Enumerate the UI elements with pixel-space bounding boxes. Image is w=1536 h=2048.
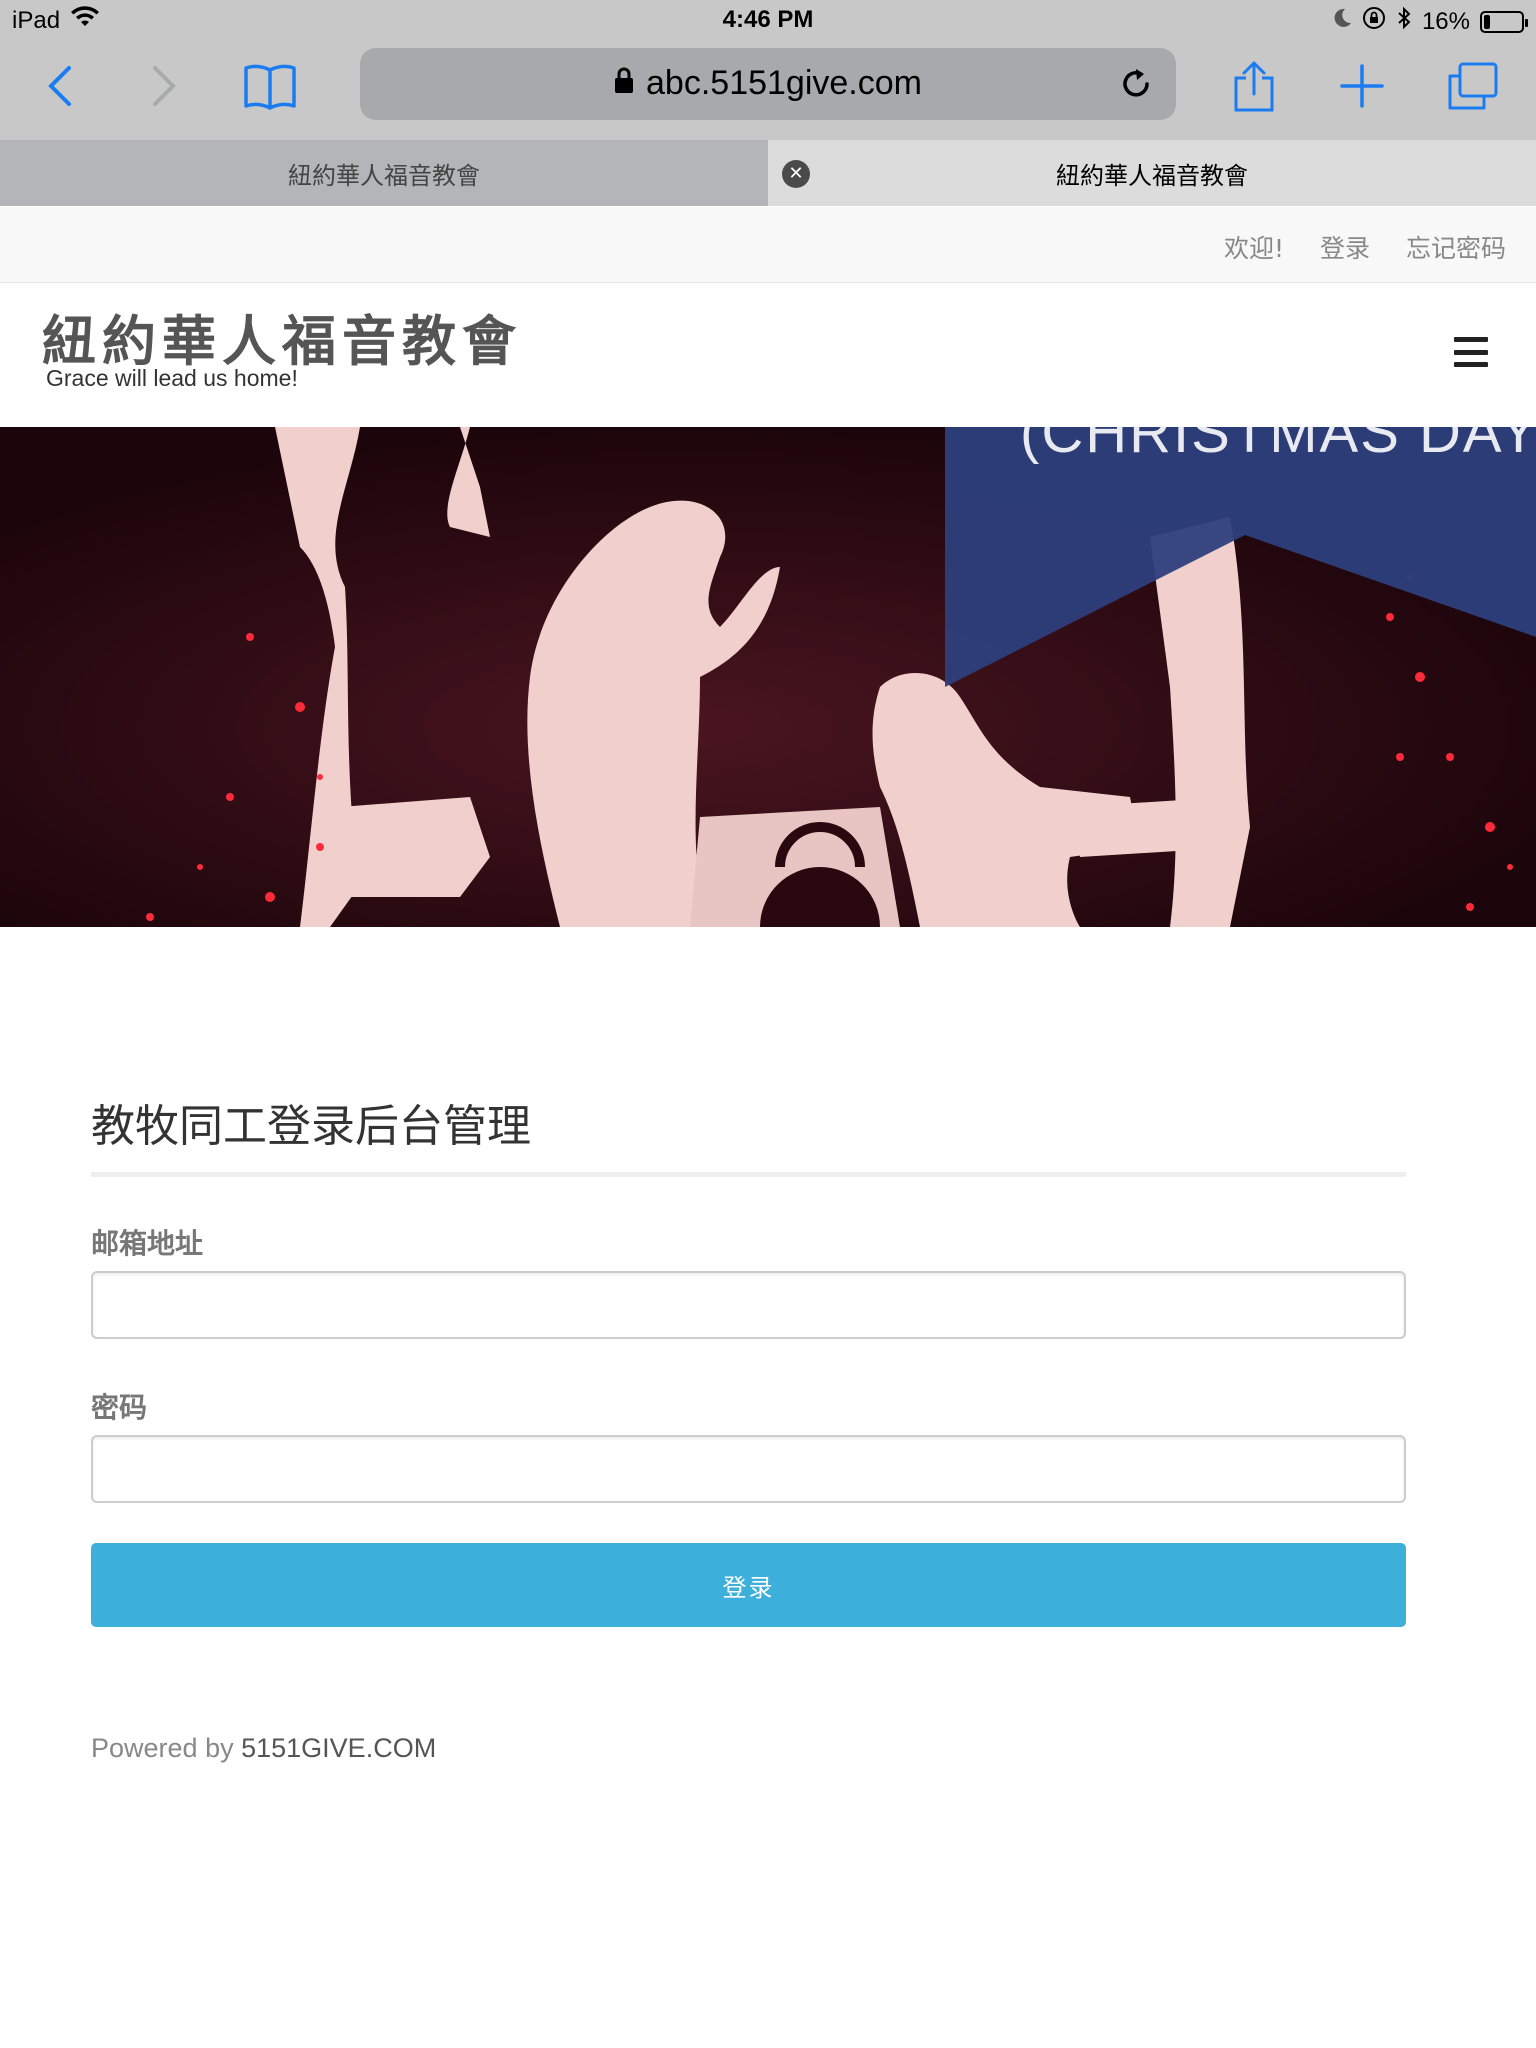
- moon-icon: [1332, 7, 1352, 36]
- nativity-illustration: [0, 427, 1536, 927]
- hero-image: (CHRISTMAS DAY): [0, 427, 1536, 927]
- hero-caption: (CHRISTMAS DAY): [1020, 427, 1536, 465]
- share-button[interactable]: [1222, 54, 1286, 118]
- tabs-icon: [1448, 62, 1498, 110]
- new-tab-button[interactable]: [1330, 54, 1394, 118]
- battery-icon: [1480, 10, 1528, 33]
- rotation-lock-icon: [1362, 6, 1386, 37]
- battery-percent: 16%: [1421, 7, 1470, 35]
- share-icon: [1234, 61, 1274, 112]
- tab-2[interactable]: ✕ 紐約華人福音教會: [768, 140, 1536, 206]
- tabs-button[interactable]: [1440, 54, 1504, 118]
- form-divider: [91, 1172, 1406, 1177]
- status-time: 4:46 PM: [722, 6, 814, 33]
- site-tagline: Grace will lead us home!: [46, 365, 298, 391]
- password-label: 密码: [91, 1391, 148, 1424]
- tab-bar: 紐約華人福音教會 ✕ 紐約華人福音教會: [0, 140, 1536, 206]
- forgot-password-link[interactable]: 忘记密码: [1406, 229, 1506, 265]
- status-right: 16%: [1332, 6, 1528, 37]
- bookmarks-button[interactable]: [238, 54, 302, 118]
- battery-level: [1484, 14, 1490, 29]
- chevron-left-icon: [48, 66, 71, 106]
- address-bar[interactable]: abc.5151give.com: [360, 48, 1176, 120]
- menu-icon[interactable]: [1454, 337, 1488, 367]
- powered-by-link[interactable]: 5151GIVE.COM: [241, 1733, 436, 1763]
- close-icon[interactable]: ✕: [782, 160, 810, 188]
- site-topbar: 欢迎! 登录 忘记密码: [0, 207, 1536, 283]
- login-link[interactable]: 登录: [1320, 229, 1370, 265]
- tab-1-title: 紐約華人福音教會: [288, 161, 480, 190]
- welcome-text: 欢迎!: [1223, 234, 1284, 263]
- reload-icon: [1123, 69, 1149, 97]
- password-field[interactable]: [91, 1435, 1406, 1503]
- reload-button[interactable]: [1108, 56, 1164, 112]
- status-bar: iPad 4:46 PM 16%: [0, 0, 1536, 40]
- email-field[interactable]: [91, 1271, 1406, 1339]
- email-label: 邮箱地址: [91, 1227, 204, 1260]
- back-button[interactable]: [28, 54, 92, 118]
- plus-icon: [1340, 64, 1384, 108]
- book-icon: [244, 64, 296, 110]
- chevron-right-icon: [153, 66, 176, 106]
- form-title: 教牧同工登录后台管理: [91, 1101, 531, 1152]
- browser-toolbar: abc.5151give.com: [0, 40, 1536, 140]
- site-header: 紐約華人福音教會 Grace will lead us home!: [0, 283, 1536, 427]
- tab-2-title: 紐約華人福音教會: [1056, 161, 1248, 190]
- lock-icon: [614, 64, 634, 103]
- powered-by: Powered by 5151GIVE.COM: [91, 1733, 436, 1764]
- bluetooth-icon: [1396, 6, 1412, 37]
- login-button[interactable]: 登录: [91, 1543, 1406, 1627]
- powered-by-text: Powered by: [91, 1733, 234, 1763]
- forward-button[interactable]: [132, 54, 196, 118]
- url-text: abc.5151give.com: [646, 64, 922, 102]
- tab-1[interactable]: 紐約華人福音教會: [0, 140, 768, 206]
